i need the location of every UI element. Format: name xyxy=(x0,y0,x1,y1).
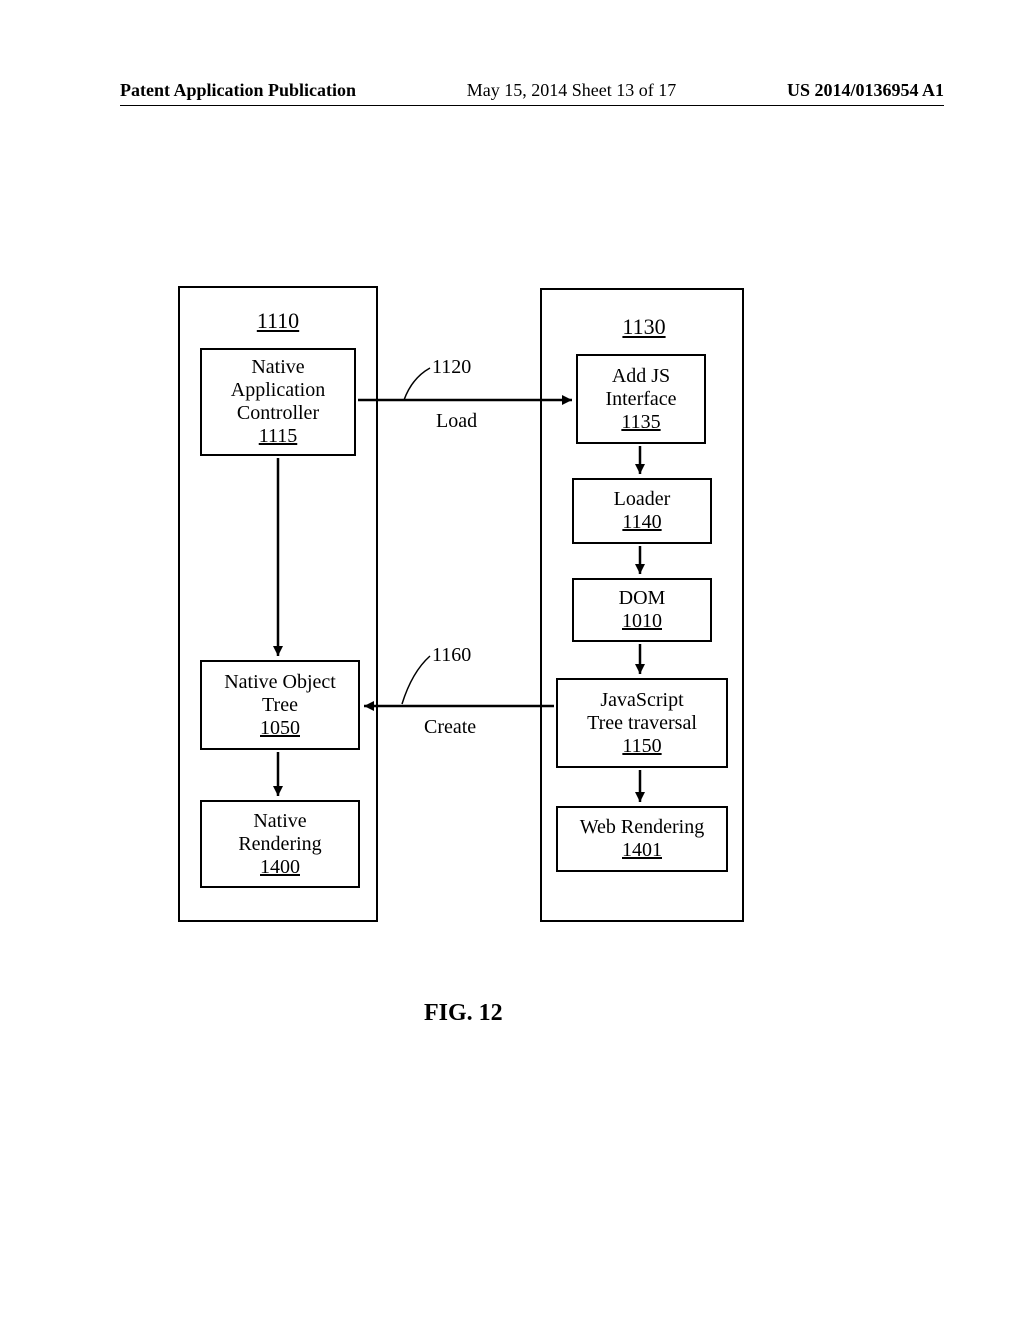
leader-1120 xyxy=(404,368,430,400)
arrows-layer xyxy=(0,0,1024,1320)
leader-1160 xyxy=(402,656,430,704)
